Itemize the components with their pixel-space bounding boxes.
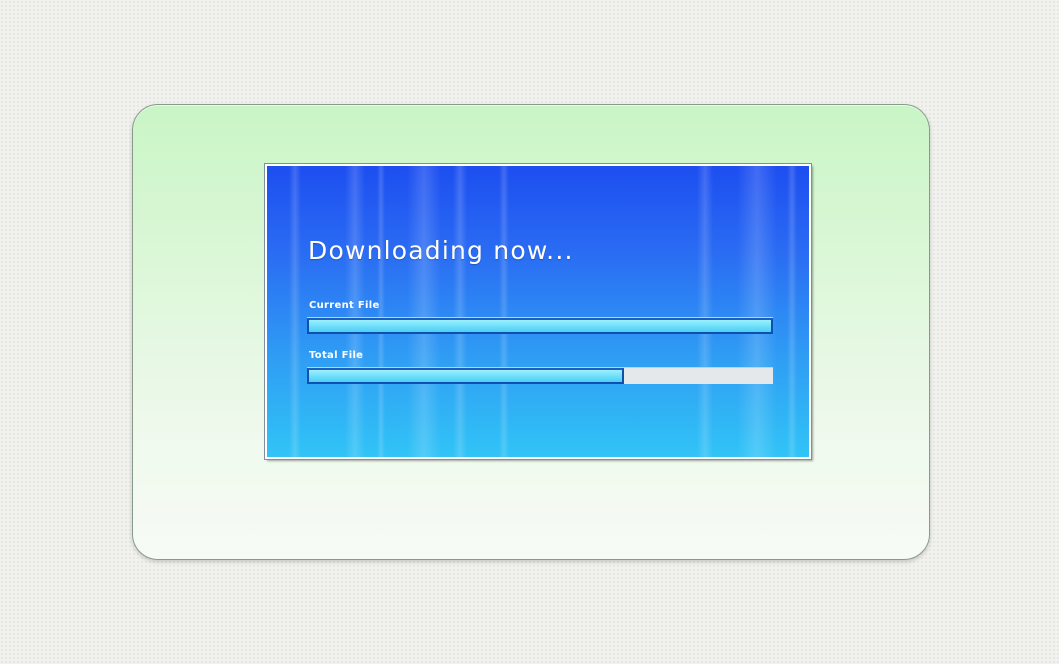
current-file-progress-bar xyxy=(307,317,773,334)
light-streak xyxy=(345,166,365,457)
light-streak xyxy=(787,166,797,457)
light-streak xyxy=(499,166,509,457)
total-file-progress-fill xyxy=(307,368,624,384)
current-file-progress-fill xyxy=(307,318,773,334)
total-file-label: Total File xyxy=(309,350,364,361)
light-streak xyxy=(289,166,301,457)
light-streak xyxy=(377,166,385,457)
light-streak xyxy=(453,166,467,457)
light-streak xyxy=(697,166,713,457)
total-file-progress-bar xyxy=(307,367,773,384)
light-streak xyxy=(737,166,777,457)
download-screen: Downloading now... Current File Total Fi… xyxy=(264,163,812,460)
download-title: Downloading now... xyxy=(308,236,574,265)
light-streak xyxy=(407,166,441,457)
current-file-label: Current File xyxy=(309,300,380,311)
